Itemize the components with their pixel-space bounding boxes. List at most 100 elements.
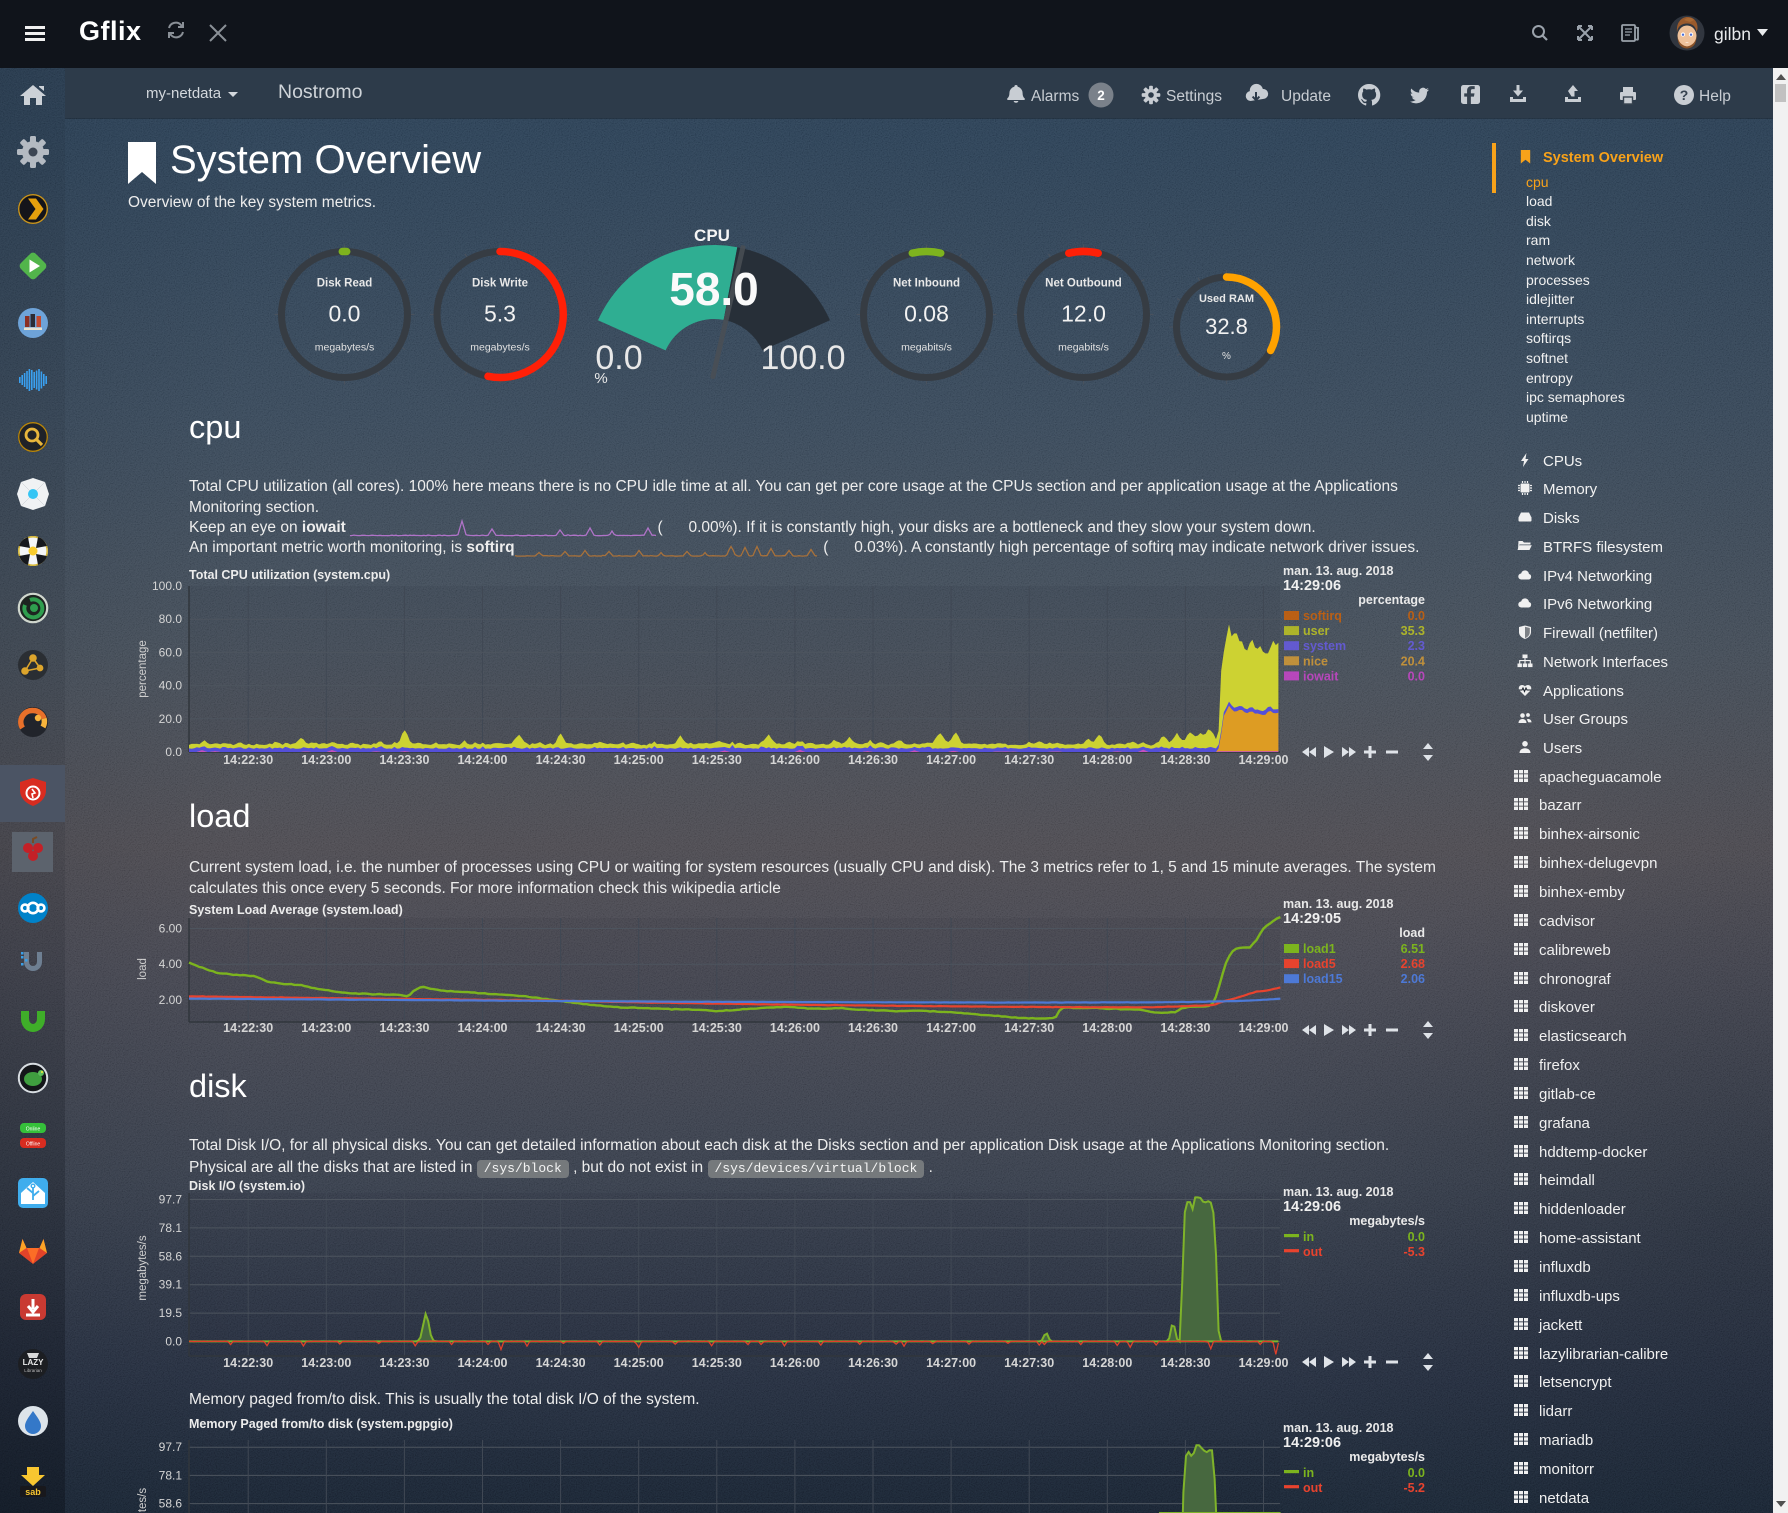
svg-text:5.3: 5.3 <box>484 301 516 327</box>
svg-text:14:28:00: 14:28:00 <box>1082 1356 1132 1370</box>
svg-text:14:28:30: 14:28:30 <box>1160 753 1210 767</box>
svg-text:Settings: Settings <box>1166 88 1222 105</box>
svg-text:0.08: 0.08 <box>904 301 949 327</box>
svg-text:megabytes/s: megabytes/s <box>470 342 530 354</box>
svg-text:14:24:00: 14:24:00 <box>457 1021 507 1035</box>
svg-text:Total CPU utilization (system.: Total CPU utilization (system.cpu) <box>189 568 390 582</box>
svg-text:Librarian: Librarian <box>24 1368 42 1373</box>
svg-text:0.0: 0.0 <box>329 301 361 327</box>
svg-text:man. 13. aug. 2018: man. 13. aug. 2018 <box>1283 1185 1394 1199</box>
svg-text:6.51: 6.51 <box>1401 942 1425 956</box>
svg-text:Net Outbound: Net Outbound <box>1045 278 1122 290</box>
svg-text:Online: Online <box>26 1127 41 1133</box>
svg-text:percentage: percentage <box>1358 593 1425 607</box>
svg-text:man. 13. aug. 2018: man. 13. aug. 2018 <box>1283 1421 1394 1435</box>
svg-text:14:26:00: 14:26:00 <box>770 1356 820 1370</box>
svg-text:out: out <box>1303 1481 1323 1495</box>
svg-text:60.0: 60.0 <box>159 645 183 659</box>
svg-text:load: load <box>1399 926 1425 940</box>
svg-text:user: user <box>1303 624 1330 638</box>
svg-text:14:26:30: 14:26:30 <box>848 753 898 767</box>
svg-text:100.0: 100.0 <box>760 339 845 377</box>
svg-text:Net Inbound: Net Inbound <box>893 278 960 290</box>
svg-text:78.1: 78.1 <box>159 1468 183 1482</box>
svg-text:14:24:00: 14:24:00 <box>457 1356 507 1370</box>
svg-text:-5.2: -5.2 <box>1403 1481 1425 1495</box>
svg-text:80.0: 80.0 <box>159 612 183 626</box>
svg-text:tes/s: tes/s <box>137 1488 149 1513</box>
svg-text:0.0: 0.0 <box>1408 669 1425 683</box>
svg-text:12.0: 12.0 <box>1061 301 1106 327</box>
svg-text:2: 2 <box>1097 88 1105 103</box>
svg-text:Offline: Offline <box>26 1142 41 1148</box>
svg-text:14:29:00: 14:29:00 <box>1238 1356 1288 1370</box>
svg-text:megabytes/s: megabytes/s <box>1349 1214 1425 1228</box>
svg-text:load1: load1 <box>1303 942 1336 956</box>
svg-text:Disk Write: Disk Write <box>472 278 528 290</box>
svg-text:iowait: iowait <box>1303 669 1339 683</box>
svg-text:14:26:30: 14:26:30 <box>848 1021 898 1035</box>
svg-text:14:26:30: 14:26:30 <box>848 1356 898 1370</box>
svg-text:14:25:30: 14:25:30 <box>692 1356 742 1370</box>
svg-text:megabits/s: megabits/s <box>901 342 952 354</box>
svg-text:4.00: 4.00 <box>159 957 183 971</box>
svg-text:14:27:30: 14:27:30 <box>1004 1021 1054 1035</box>
svg-text:14:23:00: 14:23:00 <box>301 1356 351 1370</box>
svg-text:58.6: 58.6 <box>159 1497 183 1511</box>
svg-text:Disk Read: Disk Read <box>317 278 373 290</box>
svg-text:14:25:00: 14:25:00 <box>614 753 664 767</box>
svg-text:14:24:30: 14:24:30 <box>536 753 586 767</box>
svg-text:2.00: 2.00 <box>159 993 183 1007</box>
svg-text:system: system <box>1303 639 1346 653</box>
svg-text:6.00: 6.00 <box>159 922 183 936</box>
svg-text:14:28:30: 14:28:30 <box>1160 1021 1210 1035</box>
svg-text:0.0: 0.0 <box>1408 609 1425 623</box>
svg-text:megabytes/s: megabytes/s <box>315 342 375 354</box>
svg-text:20.0: 20.0 <box>159 712 183 726</box>
svg-text:14:24:30: 14:24:30 <box>536 1356 586 1370</box>
svg-text:%: % <box>1222 351 1231 362</box>
svg-text:14:22:30: 14:22:30 <box>223 753 273 767</box>
svg-text:14:28:00: 14:28:00 <box>1082 753 1132 767</box>
svg-text:19.5: 19.5 <box>159 1306 183 1320</box>
svg-text:14:27:00: 14:27:00 <box>926 1356 976 1370</box>
svg-text:14:29:00: 14:29:00 <box>1238 753 1288 767</box>
svg-text:35.3: 35.3 <box>1401 624 1425 638</box>
svg-text:megabits/s: megabits/s <box>1058 342 1109 354</box>
svg-text:39.1: 39.1 <box>159 1278 183 1292</box>
svg-text:58.0: 58.0 <box>669 263 759 315</box>
svg-text:Disk I/O (system.io): Disk I/O (system.io) <box>189 1179 305 1193</box>
svg-text:14:24:00: 14:24:00 <box>457 753 507 767</box>
svg-text:System Load Average (system.lo: System Load Average (system.load) <box>189 903 403 917</box>
svg-text:58.6: 58.6 <box>159 1249 183 1263</box>
svg-text:LAZY: LAZY <box>23 1358 45 1367</box>
svg-text:14:29:05: 14:29:05 <box>1283 911 1341 927</box>
svg-text:2.06: 2.06 <box>1401 972 1425 986</box>
svg-text:14:29:06: 14:29:06 <box>1283 1435 1341 1451</box>
svg-text:97.7: 97.7 <box>159 1193 183 1207</box>
svg-text:14:28:30: 14:28:30 <box>1160 1356 1210 1370</box>
svg-text:14:23:00: 14:23:00 <box>301 1021 351 1035</box>
svg-text:14:22:30: 14:22:30 <box>223 1021 273 1035</box>
svg-text:14:25:30: 14:25:30 <box>692 1021 742 1035</box>
svg-text:percentage: percentage <box>137 640 149 698</box>
svg-text:0.0: 0.0 <box>165 1334 182 1348</box>
svg-text:%: % <box>594 370 607 387</box>
svg-text:megabytes/s: megabytes/s <box>1349 1450 1425 1464</box>
svg-text:97.7: 97.7 <box>159 1440 183 1454</box>
svg-text:out: out <box>1303 1245 1323 1259</box>
svg-text:load: load <box>137 958 149 980</box>
svg-text:nice: nice <box>1303 654 1328 668</box>
svg-text:CPU: CPU <box>694 226 730 245</box>
svg-text:78.1: 78.1 <box>159 1221 183 1235</box>
svg-text:2.68: 2.68 <box>1401 957 1425 971</box>
svg-text:14:23:00: 14:23:00 <box>301 753 351 767</box>
svg-text:14:29:06: 14:29:06 <box>1283 578 1341 594</box>
svg-text:14:29:00: 14:29:00 <box>1238 1021 1288 1035</box>
svg-text:20.4: 20.4 <box>1401 654 1425 668</box>
svg-text:Memory Paged from/to disk (sys: Memory Paged from/to disk (system.pgpgio… <box>189 1417 453 1431</box>
svg-text:Alarms: Alarms <box>1031 88 1079 105</box>
svg-text:14:24:30: 14:24:30 <box>536 1021 586 1035</box>
svg-text:100.0: 100.0 <box>152 579 182 593</box>
svg-text:man. 13. aug. 2018: man. 13. aug. 2018 <box>1283 897 1394 911</box>
